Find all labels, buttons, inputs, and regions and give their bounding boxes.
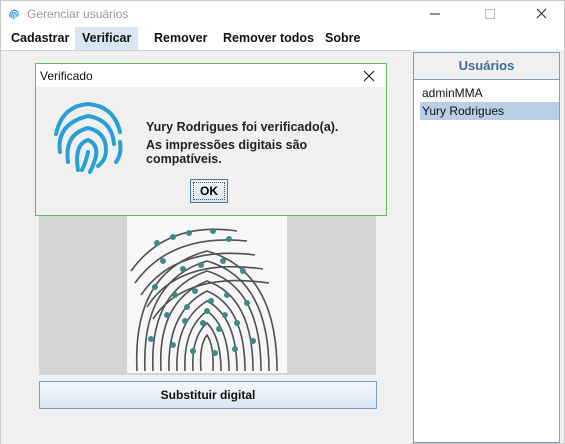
minimize-icon [430, 13, 440, 15]
fingerprint-icon [54, 101, 123, 174]
menu-remover-todos[interactable]: Remover todos [216, 27, 321, 50]
window-title: Gerenciar usuários [27, 7, 129, 21]
dialog-title-bar[interactable]: Verificado [36, 64, 386, 87]
focus-ring [193, 182, 225, 200]
minimize-button[interactable] [412, 1, 458, 27]
close-icon [363, 70, 375, 82]
user-item-yury-rodrigues[interactable]: Yury Rodrigues [420, 102, 559, 120]
fingerprint-image [127, 211, 287, 373]
ok-button[interactable]: OK [190, 179, 228, 203]
dialog-title: Verificado [40, 69, 93, 83]
title-bar[interactable]: Gerenciar usuários [1, 1, 564, 27]
dialog-message-line-1: Yury Rodrigues foi verificado(a). [146, 120, 339, 134]
user-item-adminMMA[interactable]: adminMMA [420, 84, 559, 102]
menu-cadastrar[interactable]: Cadastrar [4, 27, 76, 50]
users-header: Usuários [414, 53, 559, 80]
dialog-message-line-2: As impressões digitais são compatíveis. [146, 138, 308, 166]
maximize-icon [485, 9, 495, 19]
menu-remover[interactable]: Remover [147, 27, 215, 50]
fingerprint-app-icon [9, 9, 19, 20]
close-icon [536, 8, 547, 19]
replace-fingerprint-button[interactable]: Substituir digital [39, 381, 377, 409]
menu-bar: Cadastrar Verificar Remover Remover todo… [1, 27, 564, 50]
menu-verificar[interactable]: Verificar [75, 27, 139, 50]
verified-dialog: Verificado Yury Rodrigues foi verificado… [35, 63, 387, 216]
maximize-button[interactable] [467, 1, 513, 27]
close-button[interactable] [518, 1, 564, 27]
users-panel: Usuários adminMMA Yury Rodrigues [413, 52, 560, 443]
menu-sobre[interactable]: Sobre [318, 27, 367, 50]
main-window: Gerenciar usuários Cadastrar Verificar R… [0, 0, 565, 444]
dialog-close-button[interactable] [360, 67, 378, 85]
fingerprint-scan [130, 228, 278, 372]
